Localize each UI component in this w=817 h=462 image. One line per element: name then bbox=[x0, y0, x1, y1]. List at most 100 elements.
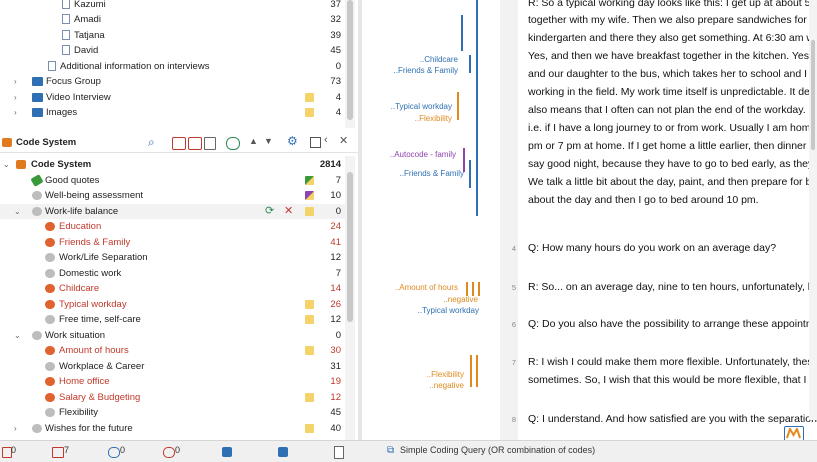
coding-stripe-label[interactable]: ..Friends & Family bbox=[380, 169, 464, 178]
list-icon[interactable] bbox=[204, 137, 216, 150]
transcript-line[interactable]: also means that I often can not plan the… bbox=[528, 104, 816, 116]
code-row[interactable]: Amount of hours 30 bbox=[0, 343, 345, 359]
transcript-line[interactable]: Q: I understand. And how satisfied are y… bbox=[528, 413, 817, 425]
coding-stripe[interactable] bbox=[470, 355, 472, 387]
coding-stripe-label[interactable]: ..Friends & Family bbox=[380, 66, 458, 75]
scrollbar-thumb[interactable] bbox=[811, 40, 815, 150]
code-row[interactable]: Free time, self-care 12 bbox=[0, 312, 345, 328]
transcript-line[interactable]: about the day and then I go to bed aroun… bbox=[528, 194, 759, 206]
code-activate-icon[interactable] bbox=[226, 137, 240, 150]
coding-stripe[interactable] bbox=[469, 160, 471, 188]
search-icon[interactable]: ⌕ bbox=[148, 135, 155, 150]
page-icon[interactable] bbox=[334, 446, 344, 459]
chevron-right-icon[interactable]: › bbox=[14, 421, 17, 437]
chevron-down-icon[interactable]: ⌄ bbox=[3, 157, 10, 173]
query-mode-label[interactable]: Simple Coding Query (OR combination of c… bbox=[400, 445, 595, 455]
coding-stripe[interactable] bbox=[469, 55, 471, 73]
arrow-up-icon[interactable]: ▲ bbox=[249, 136, 258, 146]
chevron-right-icon[interactable]: › bbox=[14, 90, 17, 106]
code-row[interactable]: Well-being assessment 10 bbox=[0, 188, 345, 204]
code-icon bbox=[32, 191, 42, 200]
chevron-down-icon[interactable]: ⌄ bbox=[14, 204, 21, 220]
arrow-down-icon[interactable]: ▼ bbox=[264, 136, 273, 146]
coding-stripe[interactable] bbox=[466, 282, 468, 296]
coding-stripe[interactable] bbox=[476, 355, 478, 387]
paragraph-number: 5 bbox=[511, 283, 516, 292]
code-row-root[interactable]: ⌄ Code System 2814 bbox=[0, 157, 345, 173]
transcript-line[interactable]: say good night, because they have to go … bbox=[528, 158, 813, 170]
query-icon[interactable]: ⧉ bbox=[387, 445, 394, 456]
code-row[interactable]: Workplace & Career 31 bbox=[0, 359, 345, 375]
document-scrollbar[interactable] bbox=[809, 0, 817, 420]
code-row-selected[interactable]: ⌄ Work-life balance ⟳ ✕ 0 bbox=[0, 203, 345, 220]
activated-documents-icon[interactable] bbox=[222, 447, 232, 457]
code-tree-scrollbar[interactable] bbox=[345, 156, 355, 440]
tree-row[interactable]: Amadi 32 bbox=[0, 12, 345, 28]
coding-stripe-label[interactable]: ..Typical workday bbox=[376, 102, 452, 111]
close-icon[interactable]: ✕ bbox=[284, 204, 293, 220]
activate-icon[interactable]: ⟳ bbox=[265, 204, 274, 220]
code-row[interactable]: Domestic work 7 bbox=[0, 266, 345, 282]
coding-stripe-label[interactable]: ..Flexibility bbox=[376, 114, 452, 123]
code-icon bbox=[45, 253, 55, 262]
new-code-icon[interactable] bbox=[172, 137, 186, 150]
code-row[interactable]: › Wishes for the future 40 bbox=[0, 421, 345, 437]
tree-row[interactable]: Additional information on interviews 0 bbox=[0, 59, 345, 75]
code-row[interactable]: Childcare 14 bbox=[0, 281, 345, 297]
transcript-line[interactable]: working in the field. My work time itsel… bbox=[528, 86, 816, 98]
coding-stripe[interactable] bbox=[461, 15, 463, 51]
transcript-line[interactable]: Q: How many hours do you work on an aver… bbox=[528, 242, 776, 254]
code-row[interactable]: Typical workday 26 bbox=[0, 297, 345, 313]
collapse-icon[interactable]: ‹ bbox=[324, 134, 328, 146]
coding-stripe[interactable] bbox=[476, 0, 478, 216]
chevron-right-icon[interactable]: › bbox=[14, 74, 17, 90]
chevron-down-icon[interactable]: ⌄ bbox=[14, 328, 21, 344]
transcript-line[interactable]: We talk a little bit about the day, pain… bbox=[528, 176, 811, 188]
tree-row[interactable]: › Images 4 bbox=[0, 105, 345, 121]
coding-stripe-label[interactable]: ..Typical workday bbox=[380, 306, 479, 315]
pen-icon bbox=[30, 173, 44, 187]
coding-stripe[interactable] bbox=[472, 282, 474, 296]
transcript-line[interactable]: sometimes. So, I wish that this would be… bbox=[528, 374, 815, 386]
code-row[interactable]: Work/Life Separation 12 bbox=[0, 250, 345, 266]
tree-row[interactable]: › Video Interview 4 bbox=[0, 90, 345, 106]
transcript-line[interactable]: Yes, and then we have breakfast together… bbox=[528, 50, 812, 62]
code-system-header: Code System ⌕ ▲ ▼ ⚙ ‹ ✕ bbox=[0, 134, 358, 153]
code-row[interactable]: Flexibility 45 bbox=[0, 405, 345, 421]
transcript-line[interactable]: and our daughter to the bus, which takes… bbox=[528, 68, 816, 80]
code-row[interactable]: Salary & Budgeting 12 bbox=[0, 390, 345, 406]
tree-row[interactable]: Kazumi 37 bbox=[0, 0, 345, 13]
coding-stripe-label[interactable]: ..Childcare bbox=[386, 55, 458, 64]
gear-icon[interactable]: ⚙ bbox=[287, 134, 298, 148]
code-row[interactable]: Good quotes 7 bbox=[0, 173, 345, 189]
coding-stripe[interactable] bbox=[457, 92, 459, 120]
coding-stripe-label[interactable]: ..negative bbox=[380, 295, 478, 304]
coding-stripe[interactable] bbox=[478, 282, 480, 296]
code-row[interactable]: Education 24 bbox=[0, 219, 345, 235]
chevron-right-icon[interactable]: › bbox=[14, 105, 17, 121]
coding-stripe-label[interactable]: ..negative bbox=[380, 381, 464, 390]
coding-stripe-label[interactable]: ..Autocode - family bbox=[376, 150, 456, 159]
transcript-line[interactable]: i.e. if I have a long journey to or from… bbox=[528, 122, 810, 134]
transcript-line[interactable]: R: So a typical working day looks like t… bbox=[528, 0, 813, 9]
paragraph-number: 4 bbox=[511, 244, 516, 253]
transcript-line[interactable]: pm or 7 pm at home. If I get home a litt… bbox=[528, 140, 817, 152]
transcript-line[interactable]: R: I wish I could make them more flexibl… bbox=[528, 356, 817, 368]
code-row[interactable]: ⌄ Work situation 0 bbox=[0, 328, 345, 344]
coding-stripe-label[interactable]: ..Flexibility bbox=[380, 370, 464, 379]
undock-icon[interactable] bbox=[310, 137, 321, 148]
code-row[interactable]: Home office 19 bbox=[0, 374, 345, 390]
document-tree-scrollbar[interactable] bbox=[345, 0, 355, 128]
activated-codes-icon[interactable] bbox=[278, 447, 288, 457]
transcript-line[interactable]: together with my wife. Then we also prep… bbox=[528, 14, 816, 26]
code-row[interactable]: Friends & Family 41 bbox=[0, 235, 345, 251]
coding-stripe-label[interactable]: ..Amount of hours bbox=[380, 283, 458, 292]
transcript-line[interactable]: R: So... on an average day, nine to ten … bbox=[528, 281, 817, 293]
tree-row[interactable]: David 45 bbox=[0, 43, 345, 59]
transcript-line[interactable]: Q: Do you also have the possibility to a… bbox=[528, 318, 815, 330]
tree-row[interactable]: › Focus Group 73 bbox=[0, 74, 345, 90]
tree-row[interactable]: Tatjana 39 bbox=[0, 28, 345, 44]
filter-code-icon[interactable] bbox=[188, 137, 202, 150]
close-icon[interactable]: ✕ bbox=[339, 134, 348, 147]
transcript-line[interactable]: kindergarten and there they also get som… bbox=[528, 32, 814, 44]
